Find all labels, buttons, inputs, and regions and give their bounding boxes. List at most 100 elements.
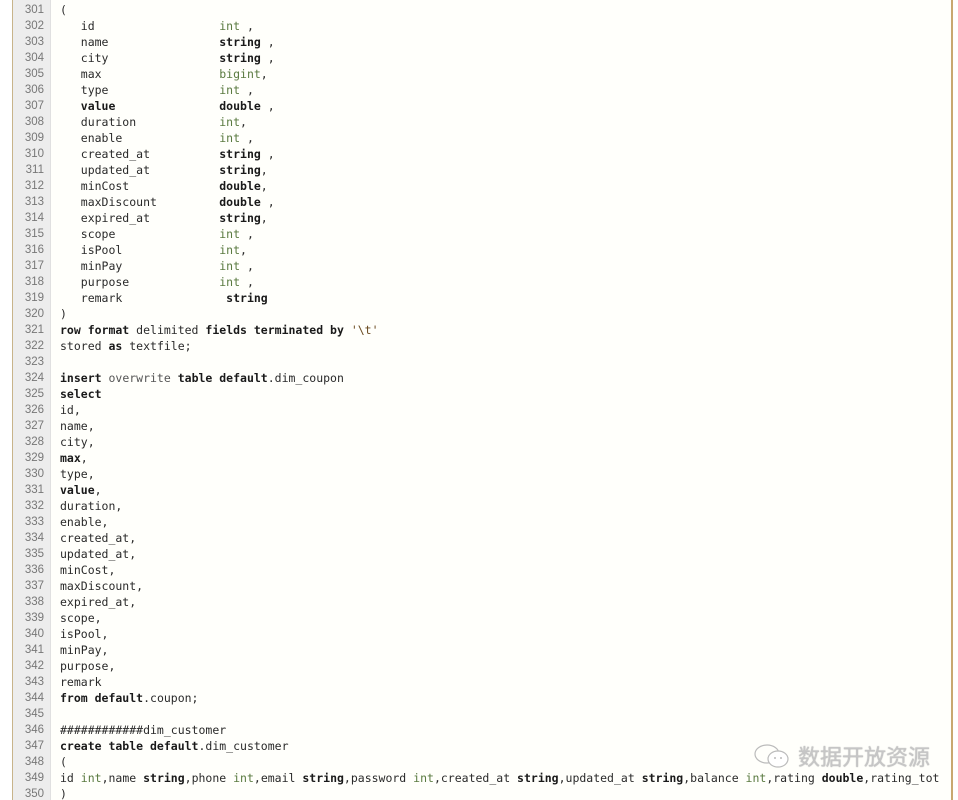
code-line: 344 from default.coupon;: [13, 690, 951, 706]
line-code: updated_at,: [50, 546, 951, 562]
code-token: double: [219, 99, 261, 113]
code-token: ): [60, 307, 67, 321]
line-number: 313: [24, 196, 44, 208]
line-code: type int ,: [50, 82, 951, 98]
line-code: type,: [50, 466, 951, 482]
line-code: duration,: [50, 498, 951, 514]
code-token: duration,: [60, 499, 123, 513]
line-number: 337: [24, 580, 44, 592]
code-line: 329 max,: [13, 450, 951, 466]
code-token: string: [219, 51, 261, 65]
line-number: 308: [24, 116, 44, 128]
line-number: 317: [24, 260, 44, 272]
code-token: int: [413, 771, 434, 785]
code-token: '\t': [350, 323, 379, 337]
code-line: 346 ############dim_customer: [13, 722, 951, 738]
code-token: isPool: [60, 243, 220, 257]
code-line: 331 value,: [13, 482, 951, 498]
line-number: 323: [24, 356, 44, 368]
line-number: 307: [24, 100, 44, 112]
line-number: 327: [24, 420, 44, 432]
line-code: isPool int,: [50, 242, 951, 258]
code-token: city,: [60, 435, 95, 449]
code-token: value: [60, 99, 220, 113]
line-code: ############dim_customer: [50, 722, 951, 738]
code-token: double: [219, 195, 261, 209]
line-code: expired_at,: [50, 594, 951, 610]
code-line: 305 max bigint,: [13, 66, 951, 82]
line-code: max bigint,: [50, 66, 951, 82]
code-line: 308 duration int,: [13, 114, 951, 130]
line-number: 329: [24, 452, 44, 464]
code-token: ,email: [253, 771, 303, 785]
code-token: table default: [177, 371, 268, 385]
line-number: 349: [24, 772, 44, 784]
code-token: ,: [240, 243, 247, 257]
line-number: 325: [24, 388, 44, 400]
code-token: maxDiscount,: [60, 579, 144, 593]
code-token: ,: [260, 99, 275, 113]
code-token: scope,: [60, 611, 102, 625]
line-number: 334: [24, 532, 44, 544]
line-number: 340: [24, 628, 44, 640]
line-code: ): [50, 786, 951, 800]
line-number: 344: [24, 692, 44, 704]
code-editor[interactable]: 301(302 id int , 303 name string , 304 cit…: [12, 0, 953, 800]
code-token: name,: [60, 419, 95, 433]
code-token: ,: [260, 67, 268, 81]
line-number: 305: [24, 68, 44, 80]
code-token: int: [219, 83, 241, 97]
code-token: id: [60, 771, 81, 785]
code-line: 326 id,: [13, 402, 951, 418]
line-code: city,: [50, 434, 951, 450]
code-token: expired_at: [60, 211, 220, 225]
code-token: expired_at,: [60, 595, 137, 609]
code-line: 313 maxDiscount double ,: [13, 194, 951, 210]
code-token: duration: [60, 115, 220, 129]
code-line: 332 duration,: [13, 498, 951, 514]
line-code: id int,name string,phone int,email strin…: [50, 770, 951, 786]
code-token: string: [143, 771, 185, 785]
line-number: 304: [24, 52, 44, 64]
code-token: minCost,: [60, 563, 116, 577]
code-token: string: [302, 771, 344, 785]
line-code: minPay,: [50, 642, 951, 658]
code-line: 302 id int ,: [13, 18, 951, 34]
code-token: int: [219, 131, 241, 145]
line-code: minCost,: [50, 562, 951, 578]
line-number: 311: [25, 164, 44, 176]
code-line: 317 minPay int ,: [13, 258, 951, 274]
line-number: 324: [24, 372, 44, 384]
line-number: 301: [24, 4, 44, 16]
code-token: ,: [240, 131, 254, 145]
code-token: ,: [240, 259, 254, 273]
code-token: type,: [60, 467, 95, 481]
line-code: scope int ,: [50, 226, 951, 242]
code-line: 303 name string ,: [13, 34, 951, 50]
code-token: int: [219, 115, 241, 129]
code-token: ,: [240, 227, 254, 241]
line-number: 312: [24, 180, 44, 192]
code-token: stored: [60, 339, 109, 353]
code-token: ,rating_tot: [863, 771, 940, 785]
code-token: double: [219, 179, 261, 193]
code-line: 318 purpose int ,: [13, 274, 951, 290]
code-line: 315 scope int ,: [13, 226, 951, 242]
line-code: purpose int ,: [50, 274, 951, 290]
code-token: name: [60, 35, 220, 49]
line-number: 302: [24, 20, 44, 32]
line-code: enable int ,: [50, 130, 951, 146]
code-line: 324 insert overwrite table default.dim_co…: [13, 370, 951, 386]
code-token: ,: [260, 51, 275, 65]
line-code: row format delimited fields terminated b…: [50, 322, 951, 338]
code-line: 323: [13, 354, 951, 370]
code-token: (: [60, 755, 67, 769]
line-number: 303: [24, 36, 44, 48]
line-number: 306: [24, 84, 44, 96]
line-code: id int ,: [50, 18, 951, 34]
line-number: 321: [24, 324, 44, 336]
code-token: .dim_customer: [198, 739, 289, 753]
code-token: minPay,: [60, 643, 109, 657]
code-token: value: [60, 483, 95, 497]
